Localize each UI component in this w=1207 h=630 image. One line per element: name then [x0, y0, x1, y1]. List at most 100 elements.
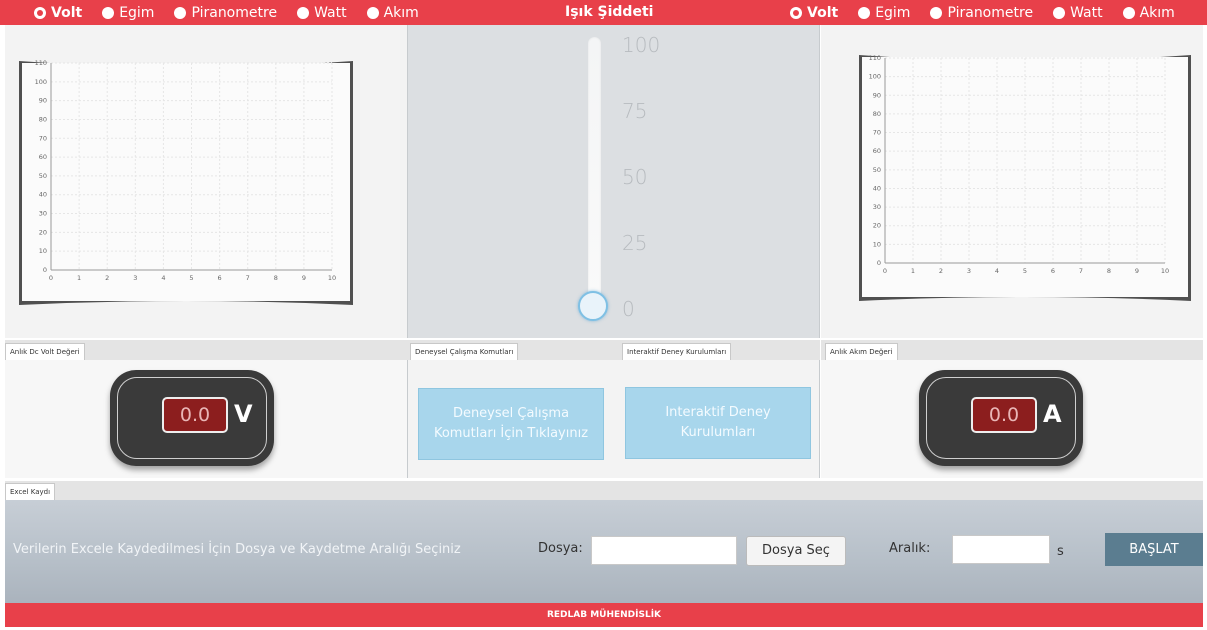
tab-interactive[interactable]: Interaktif Deney Kurulumları	[622, 343, 732, 360]
left-radio-akim[interactable]: Akım	[366, 5, 419, 21]
y-tick-label: 10	[39, 247, 47, 255]
y-tick-label: 20	[39, 228, 47, 236]
current-meter-panel: 0.0 A	[821, 360, 1203, 478]
left-radio-watt[interactable]: Watt	[297, 5, 347, 21]
slider-track[interactable]	[588, 37, 601, 313]
choose-file-button[interactable]: Dosya Seç	[746, 536, 846, 566]
x-tick-label: 1	[911, 267, 915, 275]
x-tick-label: 6	[1051, 267, 1055, 275]
y-tick-label: 100	[35, 78, 47, 86]
left-chart-panel: 0 10 20 30 40 50 60 70 80 90 100 110 0 1 2 3 4 5 6 7 8 9 10	[5, 25, 407, 338]
current-meter: 0.0 A	[919, 370, 1083, 466]
right-radio-akim[interactable]: Akım	[1122, 5, 1175, 21]
right-radio-volt[interactable]: Volt	[790, 5, 838, 21]
interval-input[interactable]	[952, 535, 1050, 564]
x-tick-label: 10	[328, 274, 336, 282]
right-radio-piranometre[interactable]: Piranometre	[930, 5, 1033, 21]
commands-tab-row: Deneysel Çalışma Komutları Interaktif De…	[407, 340, 820, 360]
x-tick-label: 5	[189, 274, 193, 282]
volt-value: 0.0	[179, 404, 211, 426]
excel-tab-row: Excel Kaydı	[5, 481, 1203, 500]
x-tick-label: 4	[161, 274, 165, 282]
light-intensity-title: Işık Şiddeti	[565, 4, 654, 20]
radio-dot-icon	[174, 6, 187, 19]
volt-tab-row: Anlık Dc Volt Değeri	[5, 340, 407, 360]
x-tick-label: 7	[1079, 267, 1083, 275]
interactive-setups-button[interactable]: Interaktif Deney Kurulumları	[625, 387, 811, 459]
tab-excel[interactable]: Excel Kaydı	[5, 483, 56, 500]
x-tick-label: 10	[1161, 267, 1169, 275]
file-label: Dosya:	[538, 541, 583, 556]
y-tick-label: 30	[873, 203, 881, 211]
y-tick-label: 60	[873, 147, 881, 155]
x-tick-label: 9	[302, 274, 306, 282]
slider-tick-label: 0	[622, 297, 635, 321]
right-radio-egim[interactable]: Egim	[858, 5, 910, 21]
y-tick-label: 90	[873, 91, 881, 99]
interval-unit: s	[1057, 544, 1064, 559]
start-button[interactable]: BAŞLAT	[1105, 533, 1203, 566]
x-tick-label: 2	[105, 274, 109, 282]
chart-card	[22, 63, 350, 301]
current-value: 0.0	[988, 404, 1020, 426]
right-chart-panel: 0 10 20 30 40 50 60 70 80 90 100 110 0 1 2 3 4 5 6 7 8 9 10	[821, 25, 1203, 338]
x-tick-label: 3	[967, 267, 971, 275]
y-tick-label: 70	[873, 129, 881, 137]
slider-tick-label: 50	[622, 165, 648, 189]
y-tick-label: 0	[43, 266, 47, 274]
left-radio-egim[interactable]: Egim	[102, 5, 154, 21]
interval-label: Aralık:	[889, 541, 931, 556]
right-line-chart: 0 10 20 30 40 50 60 70 80 90 100 110 0 1 2 3 4 5 6 7 8 9 10	[859, 54, 1191, 301]
y-tick-label: 40	[873, 184, 881, 192]
radio-dot-icon	[34, 6, 46, 19]
x-tick-label: 7	[246, 274, 250, 282]
excel-export-panel: Verilerin Excele Kaydedilmesi İçin Dosya…	[5, 500, 1203, 603]
y-tick-label: 80	[873, 110, 881, 118]
chart-card	[862, 57, 1188, 297]
excel-description: Verilerin Excele Kaydedilmesi İçin Dosya…	[13, 542, 461, 557]
slider-tick-label: 75	[622, 99, 648, 123]
y-tick-label: 10	[873, 240, 881, 248]
x-tick-label: 8	[1107, 267, 1111, 275]
y-tick-label: 70	[39, 134, 47, 142]
radio-dot-icon	[1122, 6, 1135, 19]
volt-meter-panel: 0.0 V	[5, 360, 407, 478]
volt-display: 0.0	[162, 397, 228, 433]
file-path-input[interactable]	[591, 536, 737, 565]
x-tick-label: 6	[218, 274, 222, 282]
y-tick-label: 110	[869, 54, 881, 62]
x-tick-label: 8	[274, 274, 278, 282]
y-tick-label: 0	[877, 259, 881, 267]
y-tick-label: 100	[869, 73, 881, 81]
left-radio-volt[interactable]: Volt	[34, 5, 82, 21]
current-unit: A	[1043, 400, 1062, 428]
right-radio-watt[interactable]: Watt	[1053, 5, 1103, 21]
x-tick-label: 2	[939, 267, 943, 275]
y-tick-label: 60	[39, 153, 47, 161]
y-tick-label: 50	[39, 172, 47, 180]
light-intensity-slider-panel: 100 75 50 25 0	[407, 25, 820, 338]
right-chart-mode-group: Volt Egim Piranometre Watt Akım	[790, 0, 1195, 25]
tab-current[interactable]: Anlık Akım Değeri	[825, 343, 898, 360]
radio-dot-icon	[1053, 6, 1066, 19]
volt-unit: V	[234, 400, 253, 428]
top-bar: Volt Egim Piranometre Watt Akım Işık Şid…	[0, 0, 1207, 25]
left-line-chart: 0 10 20 30 40 50 60 70 80 90 100 110 0 1 2 3 4 5 6 7 8 9 10	[19, 59, 353, 305]
slider-thumb[interactable]	[578, 291, 608, 321]
experiment-commands-button[interactable]: Deneysel Çalışma Komutları İçin Tıklayın…	[418, 388, 604, 460]
y-tick-label: 40	[39, 191, 47, 199]
radio-dot-icon	[366, 6, 379, 19]
tab-volt[interactable]: Anlık Dc Volt Değeri	[5, 343, 85, 360]
radio-dot-icon	[102, 6, 115, 19]
left-radio-piranometre[interactable]: Piranometre	[174, 5, 277, 21]
radio-dot-icon	[297, 6, 310, 19]
slider-tick-label: 100	[622, 33, 661, 57]
x-tick-label: 9	[1135, 267, 1139, 275]
radio-dot-icon	[858, 6, 871, 19]
x-tick-label: 3	[133, 274, 137, 282]
x-tick-label: 5	[1023, 267, 1027, 275]
slider-tick-label: 25	[622, 231, 648, 255]
y-tick-label: 110	[35, 59, 47, 67]
commands-panel: Deneysel Çalışma Komutları İçin Tıklayın…	[407, 360, 820, 478]
tab-commands[interactable]: Deneysel Çalışma Komutları	[410, 343, 519, 360]
